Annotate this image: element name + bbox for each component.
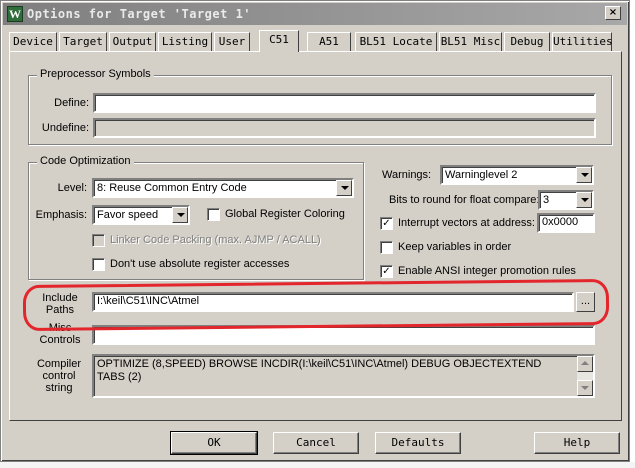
preprocessor-group-title: Preprocessor Symbols (37, 68, 154, 80)
global-register-label: Global Register Coloring (225, 208, 345, 220)
close-button[interactable]: × (605, 6, 621, 20)
undefine-input (93, 118, 596, 138)
level-value: 8: Reuse Common Entry Code (97, 182, 247, 194)
float-compare-label: Bits to round for float compare: (389, 194, 540, 206)
keil-app-icon: W (7, 6, 23, 22)
include-label-line2: Paths (45, 304, 75, 316)
code-optimization-title: Code Optimization (37, 155, 134, 167)
tab-bl51-locate[interactable]: BL51 Locate (355, 32, 437, 51)
background-strip-right (630, 0, 635, 468)
tab-output[interactable]: Output (109, 32, 156, 51)
undefine-label: Undefine: (41, 122, 89, 134)
tab-target[interactable]: Target (59, 32, 107, 51)
global-register-checkbox[interactable] (207, 208, 220, 221)
tab-device[interactable]: Device (9, 32, 57, 51)
tab-utilities[interactable]: Utilities (552, 32, 613, 51)
include-browse-button[interactable]: ... (576, 292, 595, 312)
tab-user[interactable]: User (214, 32, 250, 51)
interrupt-vectors-label: Interrupt vectors at address: (398, 217, 535, 229)
defaults-button[interactable]: Defaults (375, 432, 461, 454)
compiler-label-line1: Compiler (36, 358, 81, 370)
chevron-down-icon[interactable] (576, 167, 592, 183)
emphasis-value: Favor speed (97, 209, 159, 221)
scroll-up-icon[interactable] (577, 356, 593, 372)
compiler-control-label: Compiler control string (34, 358, 84, 394)
compiler-scrollbar[interactable] (577, 356, 593, 396)
level-label: Level: (57, 182, 87, 194)
tab-debug[interactable]: Debug (504, 32, 550, 51)
float-compare-value: 3 (543, 194, 550, 206)
tab-a51[interactable]: A51 (307, 32, 351, 51)
window-title: Options for Target 'Target 1' (27, 7, 252, 21)
tab-listing[interactable]: Listing (158, 32, 212, 51)
define-input[interactable] (93, 93, 596, 113)
include-label-line1: Include (42, 292, 78, 304)
code-optimization-group: Code Optimization Level: 8: Reuse Common… (28, 155, 364, 280)
misc-controls-input[interactable] (92, 325, 595, 345)
ok-button[interactable]: OK (170, 431, 258, 455)
title-bar[interactable]: W Options for Target 'Target 1' × (3, 3, 627, 25)
keep-variables-checkbox[interactable] (380, 241, 393, 254)
interrupt-vectors-checkbox[interactable]: ✓ (380, 217, 393, 230)
linker-packing-checkbox (92, 234, 105, 247)
emphasis-select[interactable]: Favor speed (92, 205, 190, 225)
level-select[interactable]: 8: Reuse Common Entry Code (92, 178, 354, 198)
ansi-promotion-checkbox[interactable]: ✓ (380, 265, 393, 278)
no-absolute-register-label: Don't use absolute register accesses (110, 258, 290, 270)
keep-variables-label: Keep variables in order (398, 241, 512, 253)
chevron-down-icon[interactable] (576, 192, 592, 208)
background-strip-bottom (0, 462, 635, 468)
interrupt-address-input[interactable]: 0x0000 (537, 213, 595, 233)
preprocessor-group: Preprocessor Symbols Define: Undefine: (28, 68, 612, 145)
warnings-value: Warninglevel 2 (445, 169, 518, 181)
chevron-down-icon[interactable] (336, 180, 352, 196)
tab-c51[interactable]: C51 (259, 30, 299, 52)
tab-bl51-misc[interactable]: BL51 Misc (439, 32, 502, 51)
include-paths-input[interactable]: I:\keil\C51\INC\Atmel (92, 292, 574, 312)
scroll-down-icon[interactable] (577, 380, 593, 396)
linker-packing-label: Linker Code Packing (max. AJMP / ACALL) (110, 234, 321, 246)
compiler-label-line2: control (42, 370, 76, 382)
options-dialog: W Options for Target 'Target 1' × Device… (0, 0, 630, 462)
compiler-control-string: OPTIMIZE (8,SPEED) BROWSE INCDIR(I:\keil… (92, 354, 595, 398)
warnings-select[interactable]: Warninglevel 2 (440, 165, 594, 185)
misc-label-line1: Misc (48, 322, 72, 334)
c51-tab-panel: Preprocessor Symbols Define: Undefine: C… (9, 51, 622, 421)
misc-controls-label: Misc Controls (38, 322, 82, 346)
help-button[interactable]: Help (534, 432, 620, 454)
chevron-down-icon[interactable] (172, 207, 188, 223)
include-paths-label: Include Paths (38, 292, 82, 316)
ansi-promotion-label: Enable ANSI integer promotion rules (398, 265, 576, 277)
emphasis-label: Emphasis: (35, 209, 87, 221)
compiler-control-text: OPTIMIZE (8,SPEED) BROWSE INCDIR(I:\keil… (97, 358, 542, 383)
compiler-label-line3: string (45, 382, 73, 394)
define-label: Define: (54, 97, 89, 109)
misc-label-line2: Controls (39, 334, 81, 346)
warnings-label: Warnings: (382, 169, 432, 181)
no-absolute-register-checkbox[interactable] (92, 258, 105, 271)
cancel-button[interactable]: Cancel (273, 432, 359, 454)
float-compare-select[interactable]: 3 (538, 190, 594, 210)
